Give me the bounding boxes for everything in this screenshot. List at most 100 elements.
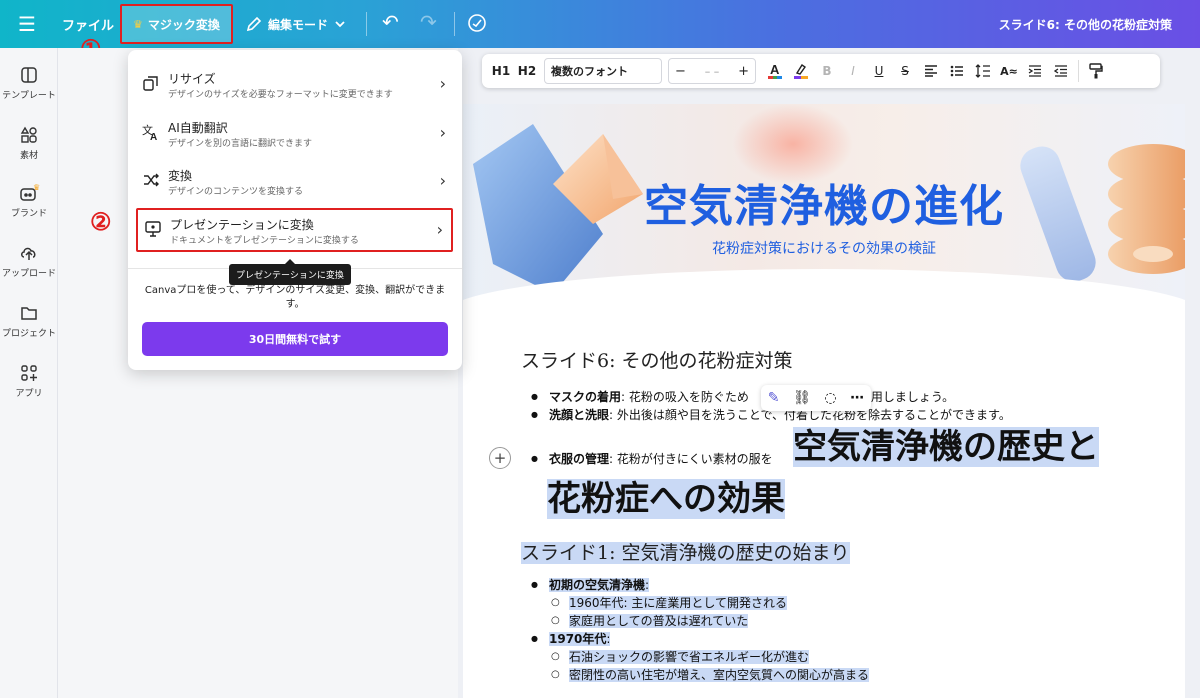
upload-icon	[21, 247, 36, 260]
text-color-icon[interactable]: A	[762, 58, 788, 84]
hero-title[interactable]: 空気清浄機の進化	[463, 170, 1185, 234]
add-comment-icon[interactable]: ◌	[824, 390, 836, 406]
font-size-value[interactable]: – –	[705, 65, 720, 78]
nav-projects[interactable]: プロジェクト	[0, 304, 58, 339]
hero-subtitle[interactable]: 花粉症対策におけるその効果の検証	[463, 238, 1185, 258]
side-nav: テンプレート 素材 ♛ ブランド アップロード プロジェクト アプリ	[0, 48, 58, 698]
line-spacing-icon[interactable]	[970, 58, 996, 84]
menu-item-description: デザインを別の言語に翻訳できます	[168, 139, 313, 149]
tooltip: プレゼンテーションに変換	[229, 259, 351, 285]
nav-projects-label: プロジェクト	[1, 329, 56, 339]
magic-switch-label: マジック変換	[147, 17, 220, 32]
hero-banner: 空気清浄機の進化 花粉症対策におけるその効果の検証	[463, 104, 1185, 304]
nav-apps[interactable]: アプリ	[0, 364, 58, 399]
slide1-heading-text: スライド1: 空気清浄機の歴史の始まり	[521, 542, 850, 564]
magic-write-icon[interactable]: ✎	[768, 390, 780, 406]
add-block-button[interactable]: +	[489, 447, 511, 469]
menu-icon[interactable]: ☰	[0, 0, 54, 48]
brand-icon: ♛	[20, 184, 40, 201]
floating-text-actions: ✎ ⛓ ◌ ⋯	[761, 385, 871, 411]
sub-list-item: 1960年代: 主に産業用として開発される	[531, 594, 869, 612]
strikethrough-icon[interactable]: S	[892, 58, 918, 84]
sub-list-item-text: 1960年代: 主に産業用として開発される	[569, 596, 788, 610]
folder-icon	[21, 307, 37, 320]
translate-icon: 文A	[142, 123, 157, 141]
svg-text:♛: ♛	[33, 184, 40, 192]
heading2-button[interactable]: H2	[514, 58, 540, 84]
free-trial-button[interactable]: 30日間無料で試す	[142, 322, 448, 356]
nav-uploads[interactable]: アップロード	[0, 244, 58, 279]
shuffle-icon	[144, 173, 159, 187]
crown-icon: ♛	[133, 17, 143, 31]
nav-templates[interactable]: テンプレート	[0, 66, 58, 101]
sub-list-item-text: 石油ショックの影響で省エネルギー化が進む	[569, 650, 810, 664]
bullet-list-icon[interactable]	[944, 58, 970, 84]
menu-item-description: ドキュメントをプレゼンテーションに変換する	[170, 236, 359, 246]
menu-item-title: 変換	[168, 169, 193, 183]
top-bar: ☰ ファイル ♛ マジック変換 編集モード ↶ ↷ スライド6: その他の花粉症…	[0, 0, 1200, 48]
heading1-button[interactable]: H1	[488, 58, 514, 84]
nav-elements-label: 素材	[19, 151, 38, 161]
file-menu-button[interactable]: ファイル	[62, 15, 114, 34]
svg-text:A: A	[770, 62, 780, 77]
nav-templates-label: テンプレート	[2, 91, 56, 101]
list-item-text: : 花粉が付きにくい素材の服を	[609, 452, 773, 466]
section-heading-line2[interactable]: 花粉症への効果	[547, 474, 785, 524]
paint-roller-icon[interactable]	[1083, 58, 1109, 84]
align-left-icon[interactable]	[918, 58, 944, 84]
list-item: 衣服の管理: 花粉が付きにくい素材の服を	[531, 450, 773, 468]
slide1-bullet-list[interactable]: 初期の空気清浄機: 1960年代: 主に産業用として開発される 家庭用としての普…	[531, 576, 870, 684]
resize-icon	[143, 76, 158, 91]
edit-mode-button[interactable]: 編集モード	[246, 12, 346, 36]
toolbar-divider	[454, 12, 455, 36]
size-decrease-button[interactable]: −	[675, 64, 686, 79]
menu-item-title: AI自動翻訳	[168, 121, 228, 135]
redo-icon[interactable]: ↷	[420, 10, 437, 34]
menu-item-description: デザインのサイズを必要なフォーマットに変更できます	[168, 90, 393, 100]
step-2-badge: ②	[90, 207, 112, 236]
text-effects-icon[interactable]: A≈	[996, 58, 1022, 84]
list-item-suffix: :	[645, 578, 650, 592]
sub-list-item: 家庭用としての普及は遅れていた	[531, 612, 869, 630]
nav-brand[interactable]: ♛ ブランド	[0, 184, 58, 219]
menu-item-transform[interactable]: 変換 デザインのコンテンツを変換する ›	[140, 161, 450, 203]
list-item-suffix: :	[606, 632, 611, 646]
italic-icon[interactable]: I	[840, 58, 866, 84]
section-heading-line1[interactable]: 空気清浄機の歴史と	[793, 422, 1099, 472]
font-family-select[interactable]: 複数のフォント	[544, 58, 662, 84]
slide1-heading[interactable]: スライド1: 空気清浄機の歴史の始まり	[521, 538, 850, 565]
list-item: 初期の空気清浄機:	[531, 576, 869, 594]
undo-icon[interactable]: ↶	[382, 10, 399, 34]
menu-item-resize[interactable]: リサイズ デザインのサイズを必要なフォーマットに変更できます ›	[140, 64, 450, 106]
nav-elements[interactable]: 素材	[0, 126, 58, 161]
document-title[interactable]: スライド6: その他の花粉症対策	[999, 16, 1172, 33]
menu-item-description: デザインのコンテンツを変換する	[168, 187, 304, 197]
sub-list-item: 密閉性の高い住宅が増え、室内空気質への関心が高まる	[531, 666, 870, 684]
nav-apps-label: アプリ	[15, 389, 43, 399]
underline-icon[interactable]: U	[866, 58, 892, 84]
size-increase-button[interactable]: +	[738, 64, 749, 79]
list-item-text: : 花粉の吸入を防ぐため	[621, 390, 749, 404]
menu-item-convert-to-presentation[interactable]: プレゼンテーションに変換 ドキュメントをプレゼンテーションに変換する ›	[136, 208, 453, 252]
link-icon[interactable]: ⛓	[793, 390, 811, 406]
magic-switch-button[interactable]: ♛ マジック変換	[120, 4, 233, 44]
nav-uploads-label: アップロード	[1, 269, 56, 279]
slide6-bullet-list-2[interactable]: 衣服の管理: 花粉が付きにくい素材の服を	[531, 450, 773, 468]
list-item: 1970年代:	[531, 630, 869, 648]
cloud-saved-icon[interactable]	[466, 12, 488, 34]
chevron-right-icon: ›	[436, 220, 443, 239]
font-size-stepper[interactable]: − – – +	[668, 58, 756, 84]
outdent-icon[interactable]	[1048, 58, 1074, 84]
pro-promo-text: Canvaプロを使って、デザインのサイズ変更、変換、翻訳ができます。	[144, 285, 446, 310]
menu-item-ai-translate[interactable]: 文A AI自動翻訳 デザインを別の言語に翻訳できます ›	[140, 113, 450, 155]
more-options-icon[interactable]: ⋯	[850, 390, 864, 406]
bold-icon[interactable]: B	[814, 58, 840, 84]
indent-icon[interactable]	[1022, 58, 1048, 84]
presentation-icon	[145, 221, 161, 237]
chevron-right-icon: ›	[439, 123, 446, 142]
slide6-heading[interactable]: スライド6: その他の花粉症対策	[521, 346, 793, 373]
sub-list-item-text: 密閉性の高い住宅が増え、室内空気質への関心が高まる	[569, 668, 870, 682]
apps-icon	[21, 365, 37, 381]
highlight-color-icon[interactable]	[788, 58, 814, 84]
svg-text:A: A	[150, 132, 157, 141]
